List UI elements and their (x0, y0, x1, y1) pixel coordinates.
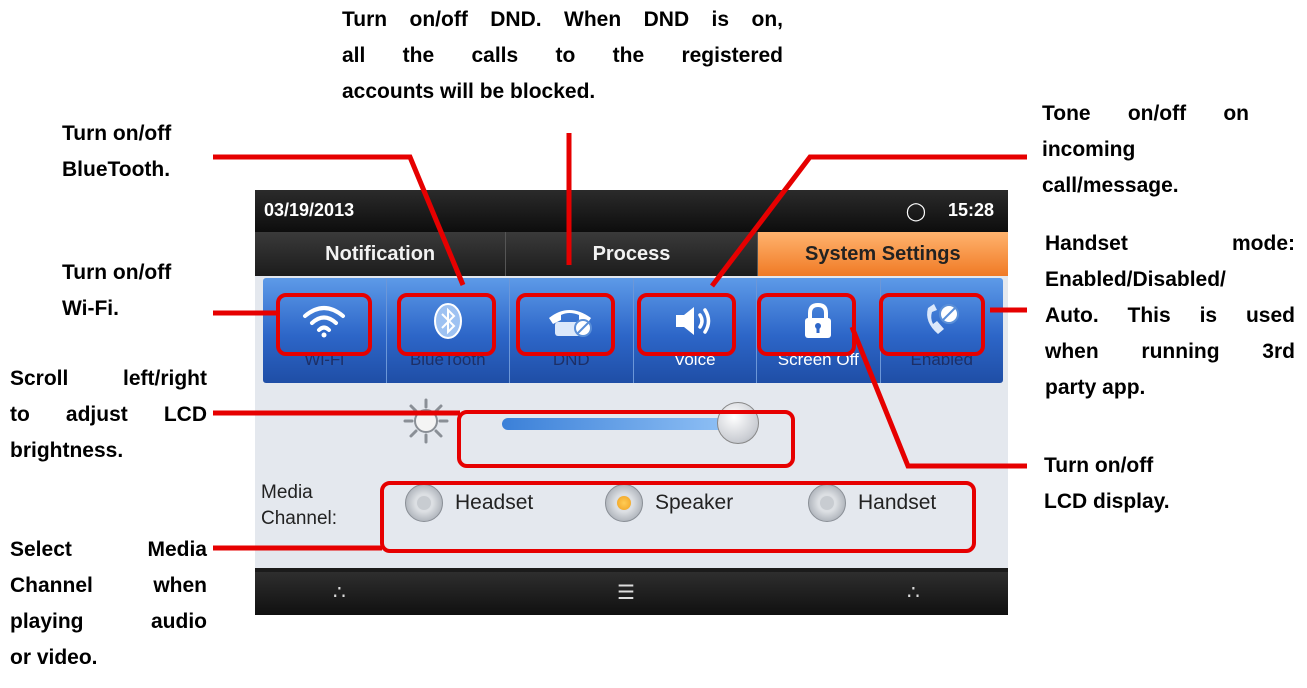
dots-right-icon[interactable]: ∴ (907, 580, 920, 605)
media-channel-label: Media Channel: (261, 480, 337, 532)
sun-icon (403, 398, 449, 444)
brightness-callout-line-2: to adjust LCD (10, 403, 207, 426)
brightness-callout-line-1: Scroll left/right (10, 367, 207, 390)
bluetooth-highlight-box (397, 293, 496, 356)
dnd-callout-line-3: accounts will be blocked. (342, 80, 596, 103)
dnd-callout-line-2: all the calls to the registered (342, 44, 783, 67)
bluetooth-callout-line-2: BlueTooth. (62, 158, 171, 181)
tone-callout: Tone on/off on incoming call/message. (1042, 96, 1249, 204)
tab-bar: Notification Process System Settings (255, 232, 1008, 276)
media-channel-highlight-box (380, 481, 976, 553)
brightness-callout-line-3: brightness. (10, 439, 124, 462)
bluetooth-callout: Turn on/off BlueTooth. (62, 116, 171, 188)
media-callout-line-2: Channel when (10, 574, 207, 597)
brightness-highlight-box (457, 410, 795, 468)
media-callout: Select Media Channel when playing audio … (10, 532, 207, 676)
wifi-callout-line-1: Turn on/off (62, 261, 172, 284)
dots-left-icon[interactable]: ∴ (333, 580, 346, 605)
dnd-callout: Turn on/off DND. When DND is on, all the… (342, 2, 783, 110)
dnd-highlight-box (516, 293, 615, 356)
media-channel-label-line-1: Media (261, 482, 313, 503)
menu-icon[interactable]: ☰ (617, 580, 635, 605)
handset-mode-highlight-box (879, 293, 985, 356)
tab-process[interactable]: Process (506, 232, 758, 276)
tone-callout-line-1: Tone on/off on (1042, 102, 1249, 125)
handset-callout: Handset mode: Enabled/Disabled/ Auto. Th… (1045, 226, 1295, 406)
wifi-highlight-box (276, 293, 372, 356)
tab-notification[interactable]: Notification (255, 232, 507, 276)
lcd-callout-line-1: Turn on/off (1044, 454, 1154, 477)
wifi-callout-line-2: Wi-Fi. (62, 297, 119, 320)
handset-callout-line-2: Enabled/Disabled/ (1045, 268, 1226, 291)
status-date: 03/19/2013 (264, 200, 355, 220)
handset-callout-line-1: Handset mode: (1045, 232, 1295, 255)
lcd-callout: Turn on/off LCD display. (1044, 448, 1170, 520)
sync-icon: ◯ (905, 201, 926, 221)
voice-highlight-box (637, 293, 736, 356)
handset-callout-line-3: Auto. This is used (1045, 304, 1295, 327)
media-callout-line-4: or video. (10, 646, 98, 669)
navigation-bar: ∴ ☰ ∴ (255, 572, 1008, 615)
screen-off-highlight-box (757, 293, 856, 356)
media-callout-line-3: playing audio (10, 610, 207, 633)
handset-callout-line-5: party app. (1045, 376, 1146, 399)
tab-system-settings[interactable]: System Settings (757, 232, 1008, 276)
tone-callout-line-2: incoming (1042, 138, 1136, 161)
media-callout-line-1: Select Media (10, 538, 207, 561)
dnd-callout-line-1: Turn on/off DND. When DND is on, (342, 8, 783, 31)
media-channel-label-line-2: Channel: (261, 508, 338, 529)
wifi-callout: Turn on/off Wi-Fi. (62, 255, 171, 327)
lcd-callout-line-2: LCD display. (1044, 490, 1170, 513)
bluetooth-callout-line-1: Turn on/off (62, 122, 172, 145)
status-time: 15:28 (947, 200, 994, 220)
tone-callout-line-3: call/message. (1042, 174, 1179, 197)
handset-callout-line-4: when running 3rd (1045, 340, 1295, 363)
brightness-callout: Scroll left/right to adjust LCD brightne… (10, 361, 207, 469)
status-bar: 03/19/2013 ◯ 15:28 (255, 190, 1008, 232)
